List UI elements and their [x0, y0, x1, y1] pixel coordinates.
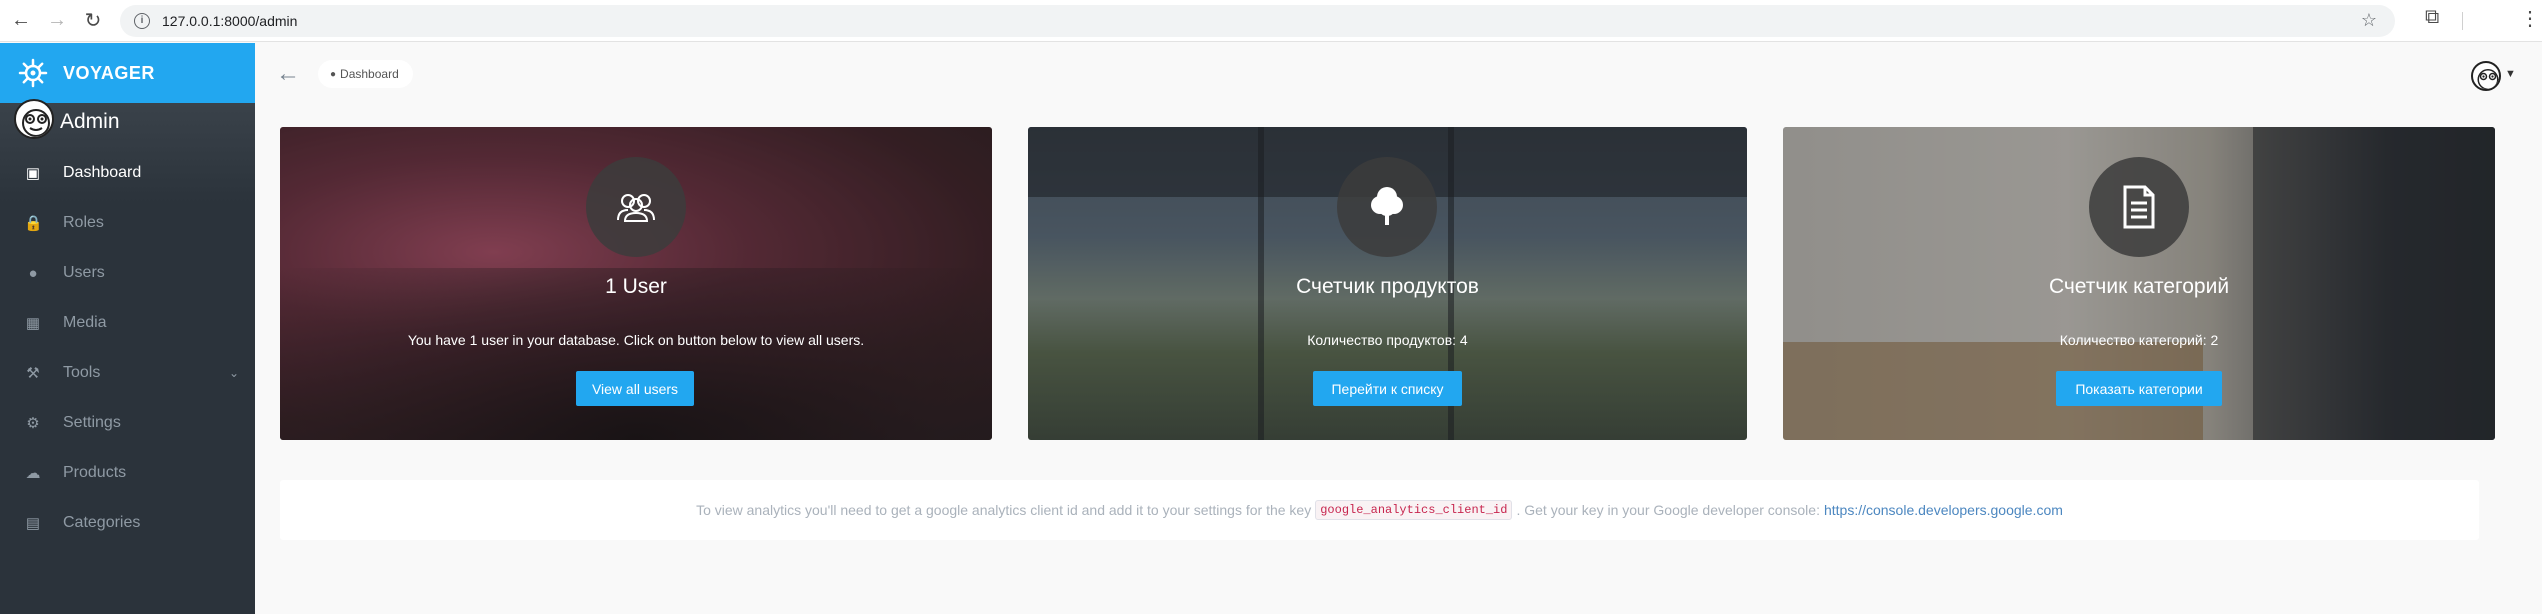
extensions-icon[interactable]: ⧉ — [2425, 6, 2439, 29]
sidebar-item-dashboard[interactable]: ▣ Dashboard — [0, 148, 255, 198]
card-title: Счетчик продуктов — [1296, 275, 1479, 298]
tools-icon: ⚒ — [26, 365, 40, 382]
back-icon[interactable]: ← — [6, 6, 36, 36]
chevron-down-icon: ⌄ — [228, 366, 239, 380]
sidebar-item-products[interactable]: ☁ Products — [0, 448, 255, 498]
sidebar-item-media[interactable]: ▦ Media — [0, 298, 255, 348]
card-title: 1 User — [605, 275, 667, 298]
gear-icon: ⚙ — [26, 415, 40, 432]
sidebar: VOYAGER Admin ▣ Dashboard 🔒 Roles ● User… — [0, 43, 255, 614]
card-text: Количество категорий: 2 — [2059, 332, 2219, 348]
caret-down-icon[interactable]: ▼ — [2505, 68, 2516, 80]
person-icon: ● — [28, 264, 38, 282]
brand-title: VOYAGER — [63, 62, 155, 83]
tree-icon: ☁ — [25, 465, 41, 482]
view-all-users-button[interactable]: View all users — [576, 371, 694, 406]
forward-icon[interactable]: → — [42, 6, 72, 36]
lock-icon: 🔒 — [24, 215, 43, 232]
card-text: You have 1 user in your database. Click … — [407, 332, 865, 348]
developer-console-link[interactable]: https://console.developers.google.com — [1824, 502, 2063, 518]
toolbar-divider — [2462, 12, 2463, 30]
breadcrumb[interactable]: ● Dashboard — [318, 60, 413, 88]
card-text: Количество продуктов: 4 — [1307, 332, 1468, 348]
sidebar-item-tools[interactable]: ⚒ Tools ⌄ — [0, 348, 255, 398]
breadcrumb-label: Dashboard — [340, 67, 399, 81]
categories-card: Счетчик категорий Количество категорий: … — [1783, 127, 2495, 440]
document-icon — [2089, 157, 2189, 257]
admin-name: Admin — [60, 110, 120, 133]
sidebar-item-settings[interactable]: ⚙ Settings — [0, 398, 255, 448]
sidebar-toggle-arrow-icon[interactable]: ← — [276, 60, 300, 88]
sidebar-menu: ▣ Dashboard 🔒 Roles ● Users ▦ Media ⚒ To… — [0, 148, 255, 548]
sidebar-item-label: Users — [63, 264, 105, 281]
user-avatar[interactable] — [2471, 61, 2501, 91]
document-icon: ▤ — [25, 515, 41, 532]
show-categories-button[interactable]: Показать категории — [2056, 371, 2222, 406]
url-text: 127.0.0.1:8000/admin — [162, 13, 298, 29]
image-icon: ▦ — [25, 315, 41, 332]
dashboard-icon: ▣ — [25, 165, 41, 182]
sidebar-item-label: Media — [63, 314, 107, 331]
address-bar[interactable]: i 127.0.0.1:8000/admin ☆ — [120, 5, 2395, 37]
card-title: Счетчик категорий — [2048, 275, 2230, 298]
sidebar-item-users[interactable]: ● Users — [0, 248, 255, 298]
sidebar-item-label: Products — [63, 464, 127, 481]
products-card: Счетчик продуктов Количество продуктов: … — [1028, 127, 1747, 440]
sidebar-item-label: Categories — [63, 514, 141, 531]
tree-icon — [1337, 157, 1437, 257]
site-info-icon[interactable]: i — [134, 13, 150, 29]
brand-header[interactable]: VOYAGER — [0, 43, 255, 103]
admin-avatar[interactable] — [14, 99, 54, 139]
browser-toolbar: ← → ↻ i 127.0.0.1:8000/admin ☆ ⧉ ⋮ — [0, 0, 2542, 42]
analytics-text-after: . Get your key in your Google developer … — [1516, 502, 1820, 518]
sidebar-item-label: Dashboard — [63, 164, 142, 181]
browser-menu-icon[interactable]: ⋮ — [2520, 6, 2540, 31]
helm-logo-icon — [18, 58, 48, 88]
analytics-text: To view analytics you'll need to get a g… — [696, 502, 1312, 518]
sidebar-item-roles[interactable]: 🔒 Roles — [0, 198, 255, 248]
reload-icon[interactable]: ↻ — [78, 6, 108, 36]
analytics-notice: To view analytics you'll need to get a g… — [280, 480, 2479, 540]
sidebar-item-label: Settings — [63, 414, 121, 431]
users-group-icon — [586, 157, 686, 257]
sidebar-item-label: Roles — [63, 214, 104, 231]
sidebar-item-label: Tools — [63, 364, 101, 381]
bookmark-star-icon[interactable]: ☆ — [2361, 10, 2377, 31]
users-card: 1 User You have 1 user in your database.… — [280, 127, 992, 440]
dashboard-icon: ● — [330, 68, 337, 80]
analytics-key-code: google_analytics_client_id — [1315, 500, 1513, 520]
go-to-list-button[interactable]: Перейти к списку — [1313, 371, 1462, 406]
sidebar-item-categories[interactable]: ▤ Categories — [0, 498, 255, 548]
